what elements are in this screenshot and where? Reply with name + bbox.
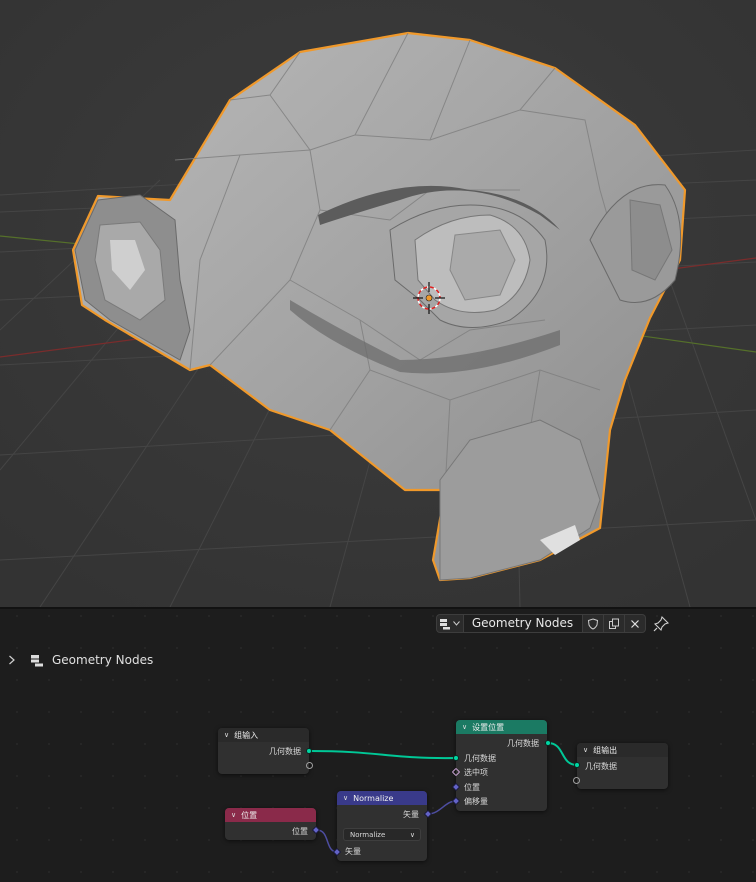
set-position-in-geometry-socket[interactable] — [453, 755, 459, 761]
node-title: 位置 — [241, 810, 258, 820]
set-position-node[interactable]: ∨ 设置位置 几何数据 几何数据 选中项 位置 偏移量 — [456, 720, 547, 811]
position-node[interactable]: ∨ 位置 位置 — [225, 808, 316, 840]
node-title: 组输入 — [234, 730, 259, 740]
node-header[interactable]: ∨ Normalize — [337, 791, 427, 805]
output-vector-label: 矢量 — [403, 810, 419, 819]
node-editor[interactable]: Geometry Nodes Geometry Nodes ∨ 组输入 几何数据 — [0, 609, 756, 882]
group-input-node[interactable]: ∨ 组输入 几何数据 — [218, 728, 309, 774]
node-header[interactable]: ∨ 位置 — [225, 808, 316, 822]
output-geometry-label: 几何数据 — [269, 747, 301, 756]
input-geometry-label: 几何数据 — [585, 762, 617, 771]
node-title: 设置位置 — [472, 722, 505, 732]
input-selection-label: 选中项 — [464, 768, 488, 777]
group-input-geometry-socket[interactable] — [306, 748, 312, 754]
operation-value: Normalize — [350, 831, 386, 839]
group-output-geometry-socket[interactable] — [574, 762, 580, 768]
3d-viewport[interactable] — [0, 0, 756, 607]
operation-dropdown[interactable]: Normalize ∨ — [343, 828, 421, 841]
link-normalize-to-offset — [427, 800, 457, 815]
group-output-empty-socket[interactable] — [573, 777, 580, 784]
output-geometry-label: 几何数据 — [507, 739, 539, 748]
input-position-label: 位置 — [464, 783, 480, 792]
chevron-down-icon: ∨ — [409, 831, 415, 839]
link-position-to-normalize — [316, 829, 338, 853]
set-position-out-geometry-socket[interactable] — [545, 740, 551, 746]
viewport-canvas[interactable] — [0, 0, 756, 607]
node-header[interactable]: ∨ 组输出 — [577, 743, 668, 757]
output-position-label: 位置 — [292, 827, 308, 836]
node-header[interactable]: ∨ 组输入 — [218, 728, 309, 742]
node-title: 组输出 — [593, 745, 618, 755]
input-geometry-label: 几何数据 — [464, 754, 496, 763]
group-input-empty-socket[interactable] — [306, 762, 313, 769]
input-vector-label: 矢量 — [345, 847, 361, 856]
input-offset-label: 偏移量 — [464, 797, 488, 806]
link-geometry-input-to-setpos — [309, 750, 457, 760]
node-header[interactable]: ∨ 设置位置 — [456, 720, 547, 734]
normalize-node[interactable]: ∨ Normalize 矢量 Normalize ∨ 矢量 — [337, 791, 427, 861]
group-output-node[interactable]: ∨ 组输出 几何数据 — [577, 743, 668, 789]
node-title: Normalize — [353, 793, 394, 803]
link-setpos-to-output — [547, 742, 578, 766]
